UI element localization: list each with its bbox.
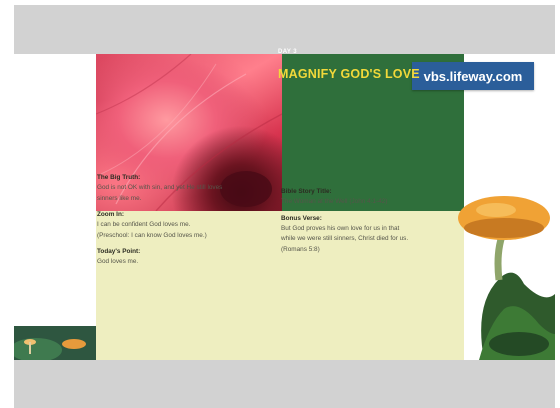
left-column: The Big Truth: God is not OK with sin, a… <box>97 173 267 268</box>
zoom-in-line: I can be confident God loves me. <box>97 221 191 228</box>
zoom-in-line: (Preschool: I can know God loves me.) <box>97 231 207 239</box>
mushroom-image <box>444 184 555 360</box>
bible-story-heading: Bible Story Title: <box>281 188 332 195</box>
big-truth-line: sinners like me. <box>97 194 142 202</box>
bonus-verse-line: (Romans 5:8) <box>281 245 320 253</box>
bonus-verse-heading: Bonus Verse: <box>281 214 322 222</box>
letterbox-bottom <box>14 360 555 408</box>
left-decor-image <box>14 320 96 360</box>
url-badge[interactable]: vbs.lifeway.com <box>412 62 534 90</box>
zoom-in-heading: Zoom In: <box>97 211 124 218</box>
big-truth-line: God is not OK with sin, and yet He still… <box>97 184 223 191</box>
right-column: Bible Story Title: The Woman at the Well… <box>281 187 446 255</box>
todays-point-line: God loves me. <box>97 258 139 265</box>
bible-story-line: The Woman at the Well (John 4:1-42) <box>281 198 388 205</box>
big-truth-heading: The Big Truth: <box>97 174 141 181</box>
letterbox-top <box>14 5 555 54</box>
day-label: DAY 3 <box>278 49 298 55</box>
theme-title: MAGNIFY GOD'S LOVE <box>278 67 420 81</box>
todays-point-heading: Today's Point: <box>97 248 141 255</box>
bonus-verse-line: while we were still sinners, Christ died… <box>281 235 409 242</box>
bonus-verse-line: But God proves his own love for us in th… <box>281 224 400 232</box>
